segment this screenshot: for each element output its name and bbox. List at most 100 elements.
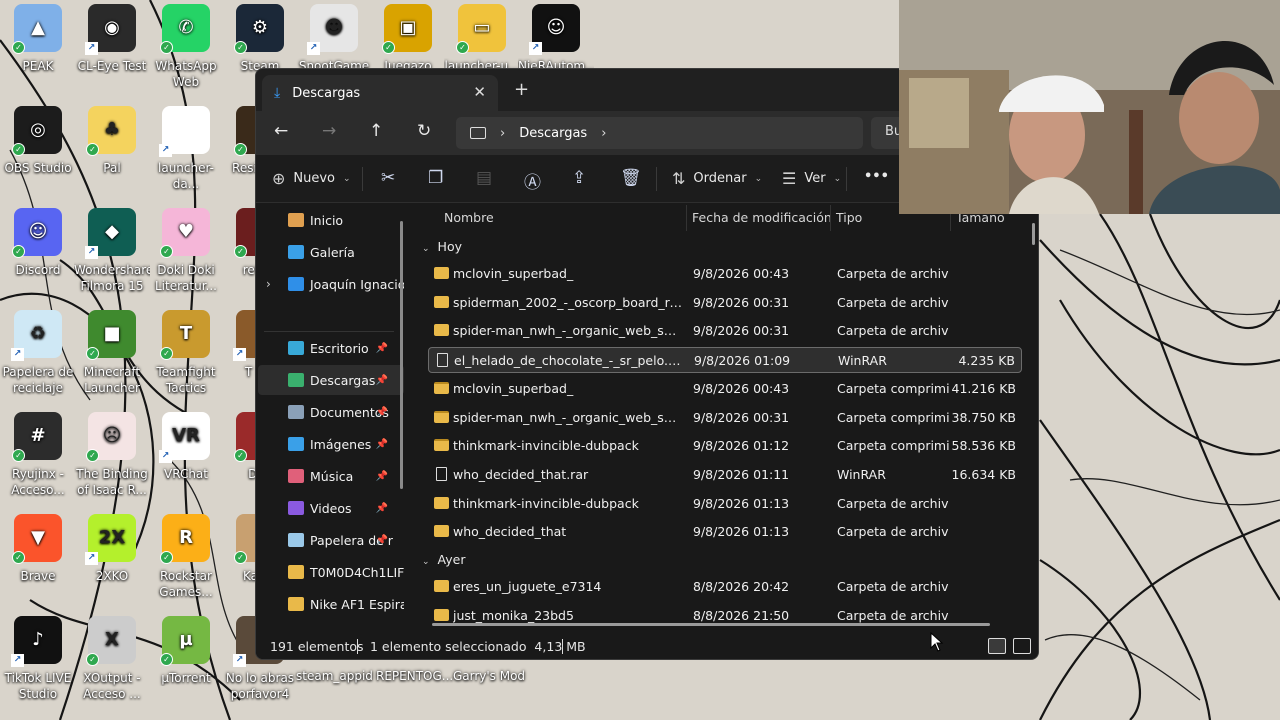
desktop-icon[interactable]: ♣ ✓ Pal	[74, 106, 150, 176]
column-divider[interactable]	[686, 205, 687, 231]
desktop-icon[interactable]: T ✓ Teamfight Tactics	[148, 310, 224, 396]
file-row[interactable]: spiderman_2002_-_oscorp_board_room_... 9/…	[428, 290, 1022, 316]
file-row[interactable]: who_decided_that.rar 9/8/2026 01:11 WinRAR…	[428, 462, 1022, 488]
file-row[interactable]: just_monika_23bd5 8/8/2026 21:50 Carpeta d…	[428, 603, 1022, 625]
chevron-down-icon: ⌄	[833, 173, 842, 184]
chevron-down-icon: ⌄	[422, 557, 430, 567]
file-row[interactable]: mclovin_superbad_ 9/8/2026 00:43 Carpeta d…	[428, 261, 1022, 287]
desktop-icon[interactable]: ☹ ✓ The Binding of Isaac R...	[74, 412, 150, 498]
file-name: spiderman_2002_-_oscorp_board_room_...	[453, 294, 683, 310]
desktop-icon[interactable]: X ✓ XOutput - Acceso ...	[74, 616, 150, 702]
file-row[interactable]: el_helado_de_chocolate_-_sr_pelo.rar 9/8/…	[428, 347, 1022, 374]
desktop-icon-label[interactable]: steam_appid	[296, 668, 373, 684]
up-arrow-icon[interactable]: ↑	[369, 121, 383, 141]
delete-icon[interactable]: 🗑	[620, 168, 642, 188]
desktop-icon[interactable]: ■ ✓ Minecraft Launcher	[74, 310, 150, 396]
forward-arrow-icon[interactable]: →	[322, 121, 336, 141]
file-row[interactable]: thinkmark-invincible-dubpack 9/8/2026 01:…	[428, 491, 1022, 517]
vertical-scrollbar[interactable]	[1032, 223, 1035, 245]
desktop-icon-label: Papelera de reciclaje	[2, 365, 74, 395]
nav-item[interactable]: Documentos 📌	[258, 397, 404, 427]
rename-icon[interactable]: Ⓐ	[524, 168, 541, 193]
desktop-icon[interactable]: ▣ ✓ Juegazo	[370, 4, 446, 74]
desktop-icon[interactable]: ◆ ↗ Wondershare Filmora 15	[74, 208, 150, 294]
desktop-icon[interactable]: ☺ ↗ NieRAutom...	[518, 4, 594, 74]
desktop-icon[interactable]: ▭ ✓ launcher-u...	[444, 4, 520, 74]
column-name[interactable]: Nombre	[444, 210, 494, 225]
cut-icon[interactable]: ✂	[381, 168, 395, 188]
group-header[interactable]: ⌄ Ayer	[422, 552, 465, 567]
app-icon: ◉ ↗	[85, 4, 136, 55]
desktop-icon[interactable]: ▲ ✓ PEAK	[0, 4, 76, 74]
share-icon[interactable]: ⇪	[572, 168, 586, 188]
sort-button[interactable]: ⇅ Ordenar ⌄	[672, 169, 762, 188]
desktop-icon[interactable]: # ✓ Ryujinx - Acceso...	[0, 412, 76, 498]
tiles-view-icon[interactable]	[1013, 638, 1031, 654]
desktop-icon[interactable]: R ✓ Rockstar Games...	[148, 514, 224, 600]
file-row[interactable]: mclovin_superbad_ 9/8/2026 00:43 Carpeta c…	[428, 376, 1022, 402]
copy-icon[interactable]: ❐	[428, 168, 443, 188]
nav-item[interactable]: Papelera de r 📌	[258, 525, 404, 555]
desktop-icon[interactable]: ♥ ✓ Doki Doki Literatur...	[148, 208, 224, 294]
desktop-icon[interactable]: µ ✓ µTorrent	[148, 616, 224, 686]
group-header[interactable]: ⌄ Hoy	[422, 239, 462, 254]
desktop-icon[interactable]: ♻ ↗ Papelera de reciclaje	[0, 310, 76, 396]
column-divider[interactable]	[830, 205, 831, 231]
address-bar[interactable]: › Descargas ›	[456, 117, 863, 149]
desktop-icon[interactable]: ☺ ✓ Discord	[0, 208, 76, 278]
nav-item[interactable]: Música 📌	[258, 461, 404, 491]
nav-item[interactable]: Inicio	[258, 205, 404, 235]
desktop-icon[interactable]: 2X ↗ 2XKO	[74, 514, 150, 584]
desktop-icon[interactable]: ✆ ✓ WhatsApp Web	[148, 4, 224, 90]
desktop-icon[interactable]: ↗ launcher-da...	[148, 106, 224, 192]
breadcrumb-descargas[interactable]: Descargas	[519, 126, 587, 141]
file-row[interactable]: eres_un_juguete_e7314 8/8/2026 20:42 Carpe…	[428, 574, 1022, 600]
zip-folder-icon	[434, 410, 449, 423]
folder-icon	[434, 496, 449, 509]
desktop-icon[interactable]: ⚙ ✓ Steam	[222, 4, 298, 74]
nav-item[interactable]: Escritorio 📌	[258, 333, 404, 363]
desktop-icon-label[interactable]: Garry's Mod	[451, 668, 527, 684]
file-row[interactable]: who_decided_that 9/8/2026 01:13 Carpeta de…	[428, 519, 1022, 545]
details-view-icon[interactable]	[988, 638, 1006, 654]
desktop-icon-label[interactable]: REPENTOG...	[376, 668, 453, 684]
expand-chevron-icon[interactable]: ›	[266, 277, 271, 291]
new-tab-button[interactable]: +	[514, 79, 529, 100]
nav-item[interactable]: Descargas 📌	[258, 365, 404, 395]
desktop-icon[interactable]: VR ↗ VRChat	[148, 412, 224, 482]
nav-item[interactable]: T0M0D4Ch1LIFE	[258, 557, 404, 587]
more-options-button[interactable]: •••	[864, 169, 889, 184]
nav-item[interactable]: Videos 📌	[258, 493, 404, 523]
file-date: 9/8/2026 01:13	[693, 524, 790, 540]
tab-descargas[interactable]: ⤓ Descargas ✕	[262, 75, 498, 111]
nav-item[interactable]: Imágenes 📌	[258, 429, 404, 459]
nav-item[interactable]: Nike AF1 Espiral	[258, 589, 404, 619]
nav-scrollbar[interactable]	[400, 221, 403, 489]
chevron-right-icon[interactable]: ›	[601, 126, 606, 141]
nav-item[interactable]: Galería	[258, 237, 404, 267]
nav-item-icon	[288, 373, 304, 387]
close-tab-icon[interactable]: ✕	[473, 83, 486, 101]
view-button[interactable]: ☰ Ver ⌄	[782, 169, 841, 188]
desktop-icon[interactable]: ▼ ✓ Brave	[0, 514, 76, 584]
file-date: 8/8/2026 20:42	[693, 579, 790, 594]
refresh-icon[interactable]: ↻	[417, 121, 431, 141]
column-date[interactable]: Fecha de modificación	[692, 210, 832, 225]
desktop-icon-label: Discord	[15, 263, 61, 277]
file-row[interactable]: spider-man_nwh_-_organic_web_scene 9/8/20…	[428, 318, 1022, 344]
column-type[interactable]: Tipo	[836, 210, 862, 225]
file-row[interactable]: spider-man_nwh_-_organic_web_scene 9/8/20…	[428, 405, 1022, 431]
desktop-icon[interactable]: ◉ ↗ CL-Eye Test	[74, 4, 150, 74]
nav-item[interactable]: › Joaquín Ignacio	[258, 269, 404, 299]
new-button[interactable]: ⊕ Nuevo ⌄	[272, 169, 351, 188]
folder-icon	[434, 295, 449, 308]
app-icon: ✆ ✓	[160, 4, 210, 54]
file-name: mclovin_superbad_	[453, 266, 574, 281]
paste-icon[interactable]: ▤	[476, 168, 492, 188]
file-row[interactable]: thinkmark-invincible-dubpack 9/8/2026 01:…	[428, 433, 1022, 459]
horizontal-scrollbar[interactable]	[432, 623, 990, 626]
back-arrow-icon[interactable]: ←	[274, 121, 288, 141]
shortcut-arrow-icon: ↗	[11, 654, 24, 667]
desktop-icon[interactable]: ◎ ✓ OBS Studio	[0, 106, 76, 176]
desktop-icon[interactable]: ♪ ↗ TikTok LIVE Studio	[0, 616, 76, 702]
